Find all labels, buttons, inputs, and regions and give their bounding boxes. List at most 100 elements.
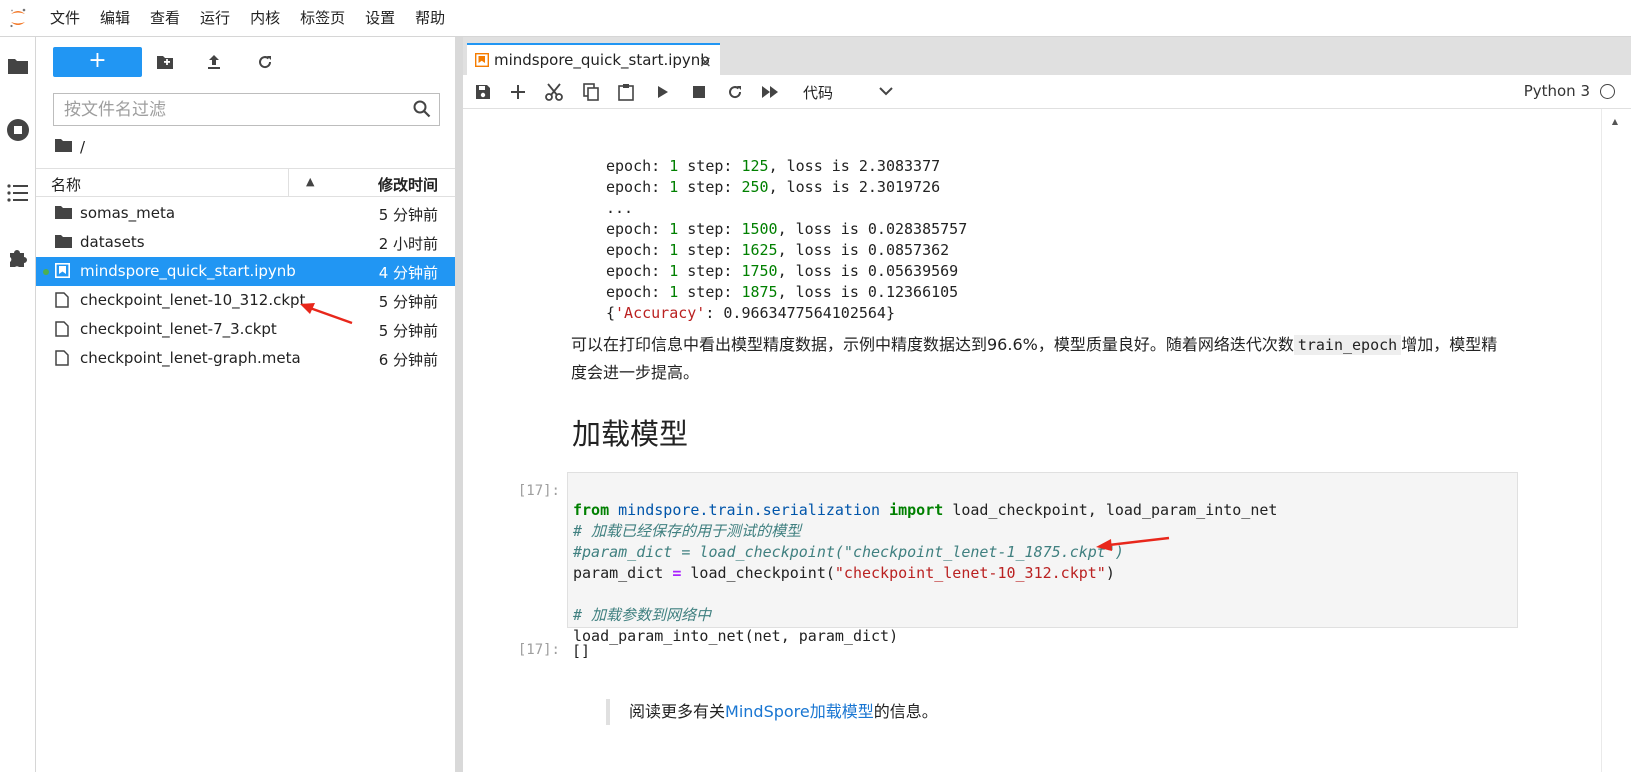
menu-settings[interactable]: 设置: [355, 0, 405, 37]
file-browser: + / 名称 ▲ 修改时间 somas_meta 5 分钟前 da: [36, 37, 455, 772]
output-line: epoch: 1 step: 1500, loss is 0.028385757: [606, 220, 968, 238]
tab-title: mindspore_quick_start.ipynb: [494, 51, 710, 69]
file-icon: [55, 292, 72, 309]
file-name: checkpoint_lenet-graph.meta: [80, 349, 301, 367]
file-icon: [55, 321, 72, 338]
upload-icon[interactable]: [203, 51, 225, 73]
table-of-contents-icon[interactable]: [5, 180, 31, 206]
scrollbar[interactable]: ▲: [1601, 109, 1631, 772]
file-name: checkpoint_lenet-10_312.ckpt: [80, 291, 306, 309]
file-row-mindspore-notebook[interactable]: mindspore_quick_start.ipynb 4 分钟前: [36, 257, 455, 286]
code-line: load_param_into_net(net, param_dict): [573, 627, 899, 645]
file-row-datasets[interactable]: datasets 2 小时前: [36, 228, 455, 257]
menu-view[interactable]: 查看: [140, 0, 190, 37]
close-icon[interactable]: ×: [699, 52, 712, 71]
refresh-icon[interactable]: [254, 51, 276, 73]
column-separator: [288, 169, 289, 197]
folder-icon: [55, 205, 72, 222]
sort-ascending-icon[interactable]: ▲: [306, 175, 314, 188]
jupyter-logo-icon: [0, 0, 36, 37]
running-stop-icon[interactable]: [5, 117, 31, 143]
code-lines: from mindspore.train.serialization impor…: [573, 479, 1277, 689]
save-icon[interactable]: [472, 82, 494, 102]
mindspore-load-model-link[interactable]: MindSpore加载模型: [725, 702, 874, 721]
accuracy-output: {'Accuracy': 0.9663477564102564}: [606, 304, 895, 322]
running-indicator: [43, 269, 49, 275]
output-line: epoch: 1 step: 250, loss is 2.3019726: [606, 178, 941, 196]
notebook-panel: mindspore_quick_start.ipynb × 代码 Python …: [463, 37, 1631, 772]
breadcrumb-folder-icon[interactable]: [55, 138, 72, 156]
output-ellipsis: ...: [606, 199, 634, 217]
file-name: mindspore_quick_start.ipynb: [80, 262, 296, 280]
output-line: epoch: 1 step: 1625, loss is 0.0857362: [606, 241, 950, 259]
restart-kernel-icon[interactable]: [724, 82, 746, 102]
file-filter-input[interactable]: [64, 100, 394, 120]
chevron-down-icon[interactable]: [879, 84, 893, 100]
file-row-checkpoint-graph-meta[interactable]: checkpoint_lenet-graph.meta 6 分钟前: [36, 344, 455, 373]
output-prompt: [17]:: [517, 642, 560, 658]
file-row-somas-meta[interactable]: somas_meta 5 分钟前: [36, 199, 455, 228]
file-name: checkpoint_lenet-7_3.ckpt: [80, 320, 277, 338]
section-heading: 加载模型: [572, 417, 689, 451]
menu-help[interactable]: 帮助: [405, 0, 455, 37]
kernel-name[interactable]: Python 3: [1524, 82, 1590, 100]
file-browser-toolbar: +: [36, 37, 455, 87]
copy-icon[interactable]: [580, 82, 602, 102]
code-line: param_dict = load_checkpoint("checkpoint…: [573, 564, 1115, 582]
menu-edit[interactable]: 编辑: [90, 0, 140, 37]
extension-puzzle-icon[interactable]: [5, 245, 31, 271]
new-launcher-button[interactable]: +: [53, 47, 142, 77]
code-line: from mindspore.train.serialization impor…: [573, 501, 1278, 519]
file-row-checkpoint-10-312[interactable]: checkpoint_lenet-10_312.ckpt 5 分钟前: [36, 286, 455, 315]
column-modified-header[interactable]: 修改时间: [378, 174, 438, 195]
tab-mindspore-notebook[interactable]: mindspore_quick_start.ipynb ×: [467, 43, 720, 75]
panel-splitter[interactable]: [455, 37, 463, 772]
search-icon: [413, 100, 431, 122]
output-line: epoch: 1 step: 125, loss is 2.3083377: [606, 157, 941, 175]
menu-bar: 文件 编辑 查看 运行 内核 标签页 设置 帮助: [0, 0, 1631, 37]
file-filter-box: [53, 93, 440, 126]
file-row-checkpoint-7-3[interactable]: checkpoint_lenet-7_3.ckpt 5 分钟前: [36, 315, 455, 344]
file-modified: 5 分钟前: [378, 322, 438, 340]
add-cell-icon[interactable]: [507, 82, 529, 102]
notebook-icon: [474, 52, 490, 71]
menu-file[interactable]: 文件: [36, 0, 90, 37]
cut-icon[interactable]: [543, 82, 565, 102]
run-icon[interactable]: [652, 82, 674, 102]
breadcrumb-root[interactable]: /: [80, 138, 85, 156]
annotation-arrow-icon: [300, 303, 353, 325]
paste-icon[interactable]: [615, 82, 637, 102]
menu-run[interactable]: 运行: [190, 0, 240, 37]
cell-type-select[interactable]: 代码: [803, 82, 833, 103]
input-prompt: [17]:: [517, 483, 560, 499]
output-value: []: [572, 642, 591, 660]
markdown-paragraph: 可以在打印信息中看出模型精度数据，示例中精度数据达到96.6%，模型质量良好。随…: [571, 335, 1498, 382]
stop-icon[interactable]: [688, 82, 710, 102]
file-name: datasets: [80, 233, 145, 251]
file-modified: 6 分钟前: [378, 351, 438, 369]
breadcrumb: /: [55, 137, 85, 157]
code-cell-editor[interactable]: from mindspore.train.serialization impor…: [567, 472, 1518, 645]
menu-kernel[interactable]: 内核: [240, 0, 290, 37]
new-folder-icon[interactable]: [154, 51, 176, 73]
notebook-icon: [55, 263, 72, 280]
activity-bar: [0, 37, 36, 772]
document-tab-bar: mindspore_quick_start.ipynb ×: [463, 37, 1631, 75]
fast-forward-icon[interactable]: [760, 82, 782, 102]
inline-code: train_epoch: [1293, 335, 1402, 355]
notebook-content: epoch: 1 step: 125, loss is 2.3083377 epo…: [463, 109, 1631, 772]
notebook-toolbar: 代码 Python 3: [463, 75, 1631, 109]
scroll-up-icon[interactable]: ▲: [1612, 117, 1618, 126]
output-line: epoch: 1 step: 1750, loss is 0.05639569: [606, 262, 959, 280]
folder-icon[interactable]: [5, 53, 31, 79]
file-modified: 4 分钟前: [378, 264, 438, 282]
file-list-header: 名称 ▲ 修改时间: [36, 168, 455, 197]
column-name-header[interactable]: 名称: [51, 174, 81, 195]
folder-icon: [55, 234, 72, 251]
file-modified: 2 小时前: [378, 235, 438, 253]
kernel-idle-icon: [1600, 84, 1615, 99]
code-comment: # 加载参数到网络中: [573, 606, 712, 624]
menu-tabs[interactable]: 标签页: [290, 0, 355, 37]
annotation-arrow-icon: [1096, 536, 1170, 551]
file-modified: 5 分钟前: [378, 206, 438, 224]
